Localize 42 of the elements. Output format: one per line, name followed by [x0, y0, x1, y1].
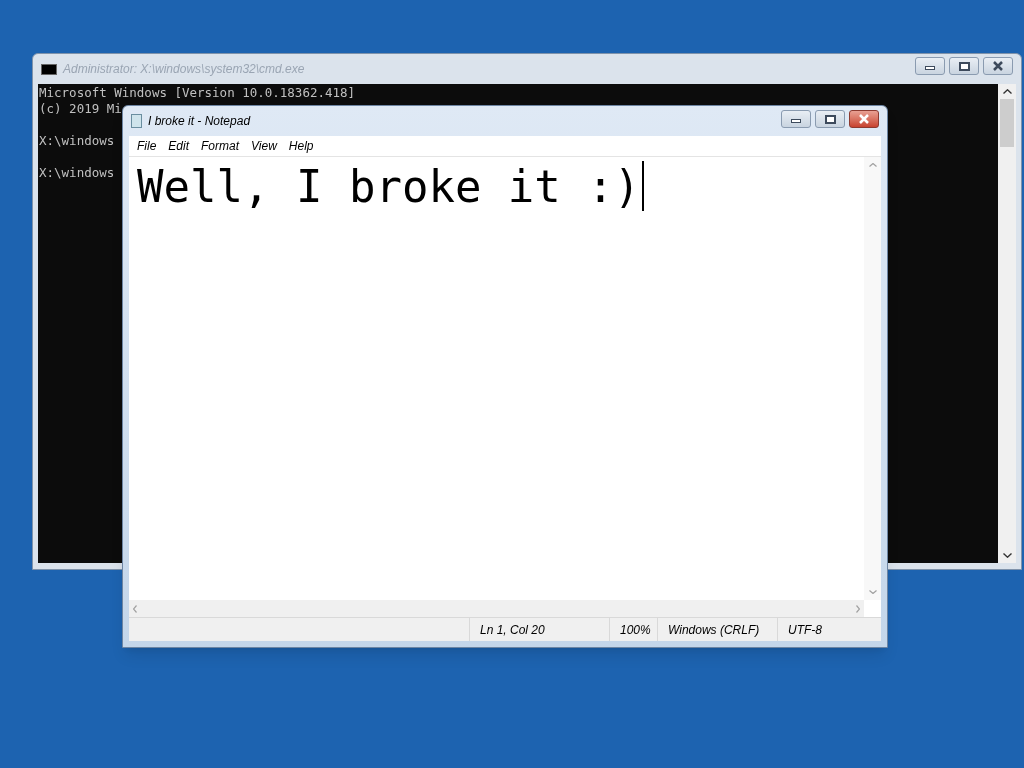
- menu-item[interactable]: Help: [284, 137, 318, 155]
- menu-item[interactable]: Format: [197, 137, 244, 155]
- menu-item[interactable]: View: [247, 137, 281, 155]
- console-line: (c) 2019 Mi: [39, 101, 122, 117]
- scroll-left-icon: [133, 604, 137, 613]
- notepad-icon: [131, 114, 142, 128]
- minimize-button[interactable]: [915, 57, 945, 75]
- scroll-up-icon: [1002, 89, 1012, 94]
- minimize-button[interactable]: [781, 110, 811, 128]
- close-icon: [858, 114, 870, 124]
- scroll-down-icon: [868, 590, 877, 594]
- close-button[interactable]: [849, 110, 879, 128]
- console-line: X:\windows: [39, 165, 115, 181]
- close-icon: [992, 61, 1004, 71]
- console-line: Microsoft Windows [Version 10.0.18362.418]: [39, 85, 356, 101]
- minimize-icon: [925, 66, 935, 70]
- text-caret: [642, 161, 645, 211]
- vertical-scrollbar[interactable]: [864, 157, 881, 600]
- maximize-button[interactable]: [815, 110, 845, 128]
- status-field: UTF-8: [777, 618, 881, 641]
- status-field: 100%: [609, 618, 657, 641]
- menu-item[interactable]: File: [133, 137, 161, 155]
- minimize-icon: [791, 119, 801, 123]
- window-title: Administrator: X:\windows\system32\cmd.exe: [63, 61, 305, 78]
- maximize-button[interactable]: [949, 57, 979, 75]
- status-field: Ln 1, Col 20: [469, 618, 609, 641]
- window-title: I broke it - Notepad: [148, 113, 251, 130]
- text-editor[interactable]: Well, I broke it :): [129, 157, 864, 600]
- horizontal-scrollbar[interactable]: [129, 600, 864, 617]
- status-field: Windows (CRLF): [657, 618, 777, 641]
- maximize-icon: [958, 61, 970, 71]
- vertical-scrollbar[interactable]: [998, 84, 1016, 563]
- scroll-right-icon: [856, 604, 860, 613]
- console-line: X:\windows: [39, 133, 115, 149]
- scrollbar-thumb[interactable]: [1000, 99, 1014, 147]
- menu-item[interactable]: Edit: [164, 137, 194, 155]
- scroll-down-icon: [1002, 553, 1012, 558]
- maximize-icon: [824, 114, 836, 124]
- console-icon: [41, 63, 57, 75]
- editor-text: Well, I broke it :): [137, 161, 641, 212]
- close-button[interactable]: [983, 57, 1013, 75]
- scroll-up-icon: [868, 163, 877, 167]
